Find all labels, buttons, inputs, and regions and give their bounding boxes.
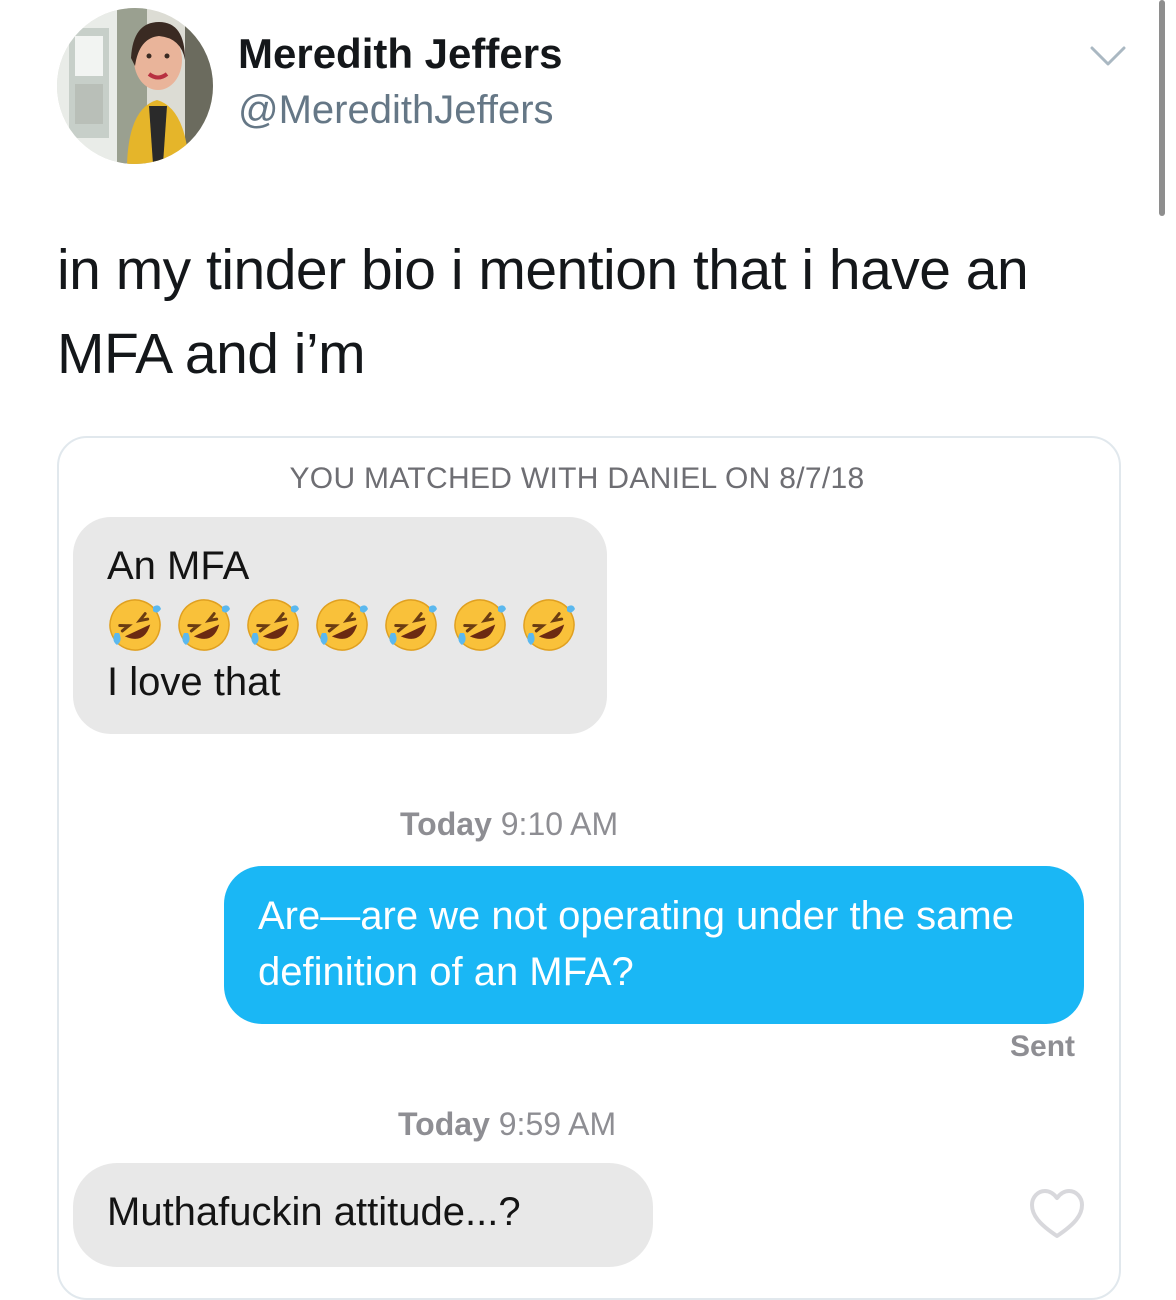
rolling-laughing-emoji-icon	[109, 599, 161, 651]
author-name[interactable]: Meredith Jeffers	[238, 30, 562, 78]
message-line: I love that	[107, 660, 281, 704]
scrollbar[interactable]	[1159, 0, 1165, 216]
rolling-laughing-emoji-icon	[523, 599, 575, 651]
timestamp-day: Today	[400, 806, 492, 842]
timestamp-time: 9:59 AM	[498, 1106, 617, 1142]
chevron-down-icon[interactable]	[1090, 44, 1126, 68]
avatar-photo	[57, 8, 213, 164]
sent-status: Sent	[1010, 1030, 1076, 1063]
emoji-row	[107, 597, 577, 653]
timestamp-time: 9:10 AM	[500, 806, 619, 842]
message-line: An MFA	[107, 544, 250, 588]
message-text: Muthafuckin attitude...?	[107, 1190, 521, 1234]
message-timestamp: Today 9:10 AM	[400, 806, 618, 843]
author-handle[interactable]: @MeredithJeffers	[238, 88, 554, 133]
rolling-laughing-emoji-icon	[178, 599, 230, 651]
timestamp-day: Today	[398, 1106, 490, 1142]
message-timestamp: Today 9:59 AM	[398, 1106, 616, 1143]
rolling-laughing-emoji-icon	[385, 599, 437, 651]
match-label: YOU MATCHED WITH DANIEL ON 8/7/18	[289, 462, 865, 495]
rolling-laughing-emoji-icon	[316, 599, 368, 651]
author-avatar[interactable]	[57, 8, 213, 164]
rolling-laughing-emoji-icon	[454, 599, 506, 651]
heart-outline-icon[interactable]	[1029, 1188, 1085, 1240]
outgoing-message-bubble: Are—are we not operating under the same …	[224, 866, 1084, 1024]
tweet-text: in my tinder bio i mention that i have a…	[57, 238, 1029, 386]
message-text: Are—are we not operating under the same …	[258, 894, 1014, 994]
rolling-laughing-emoji-icon	[247, 599, 299, 651]
